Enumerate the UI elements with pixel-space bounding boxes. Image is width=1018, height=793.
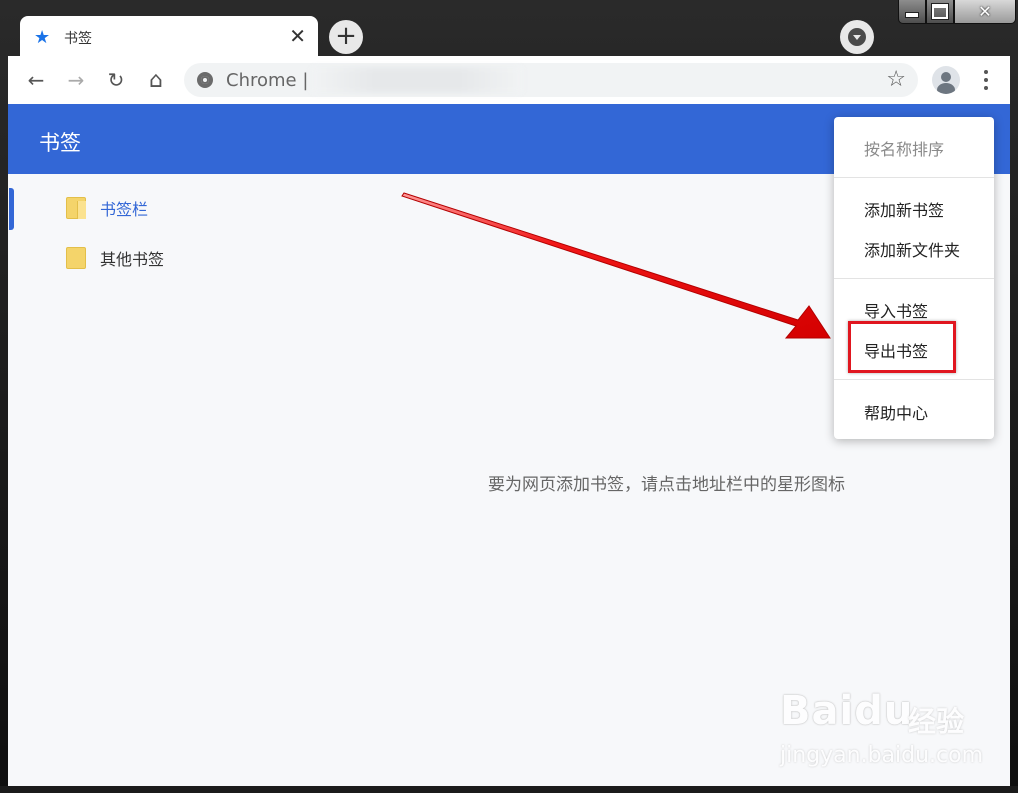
close-icon: ✕ xyxy=(978,2,992,21)
address-bar[interactable]: Chrome | ☆ xyxy=(184,63,918,97)
forward-arrow-icon[interactable]: → xyxy=(62,66,90,94)
menu-kebab-icon[interactable] xyxy=(978,66,994,94)
page-title: 书签 xyxy=(39,131,81,155)
menu-divider xyxy=(834,278,994,279)
menu-divider xyxy=(834,379,994,380)
sidebar-item-label: 其他书签 xyxy=(100,250,165,269)
bookmark-star-icon[interactable]: ☆ xyxy=(886,67,906,92)
sidebar-item-label: 书签栏 xyxy=(100,200,149,219)
menu-item-help-center[interactable]: 帮助中心 xyxy=(864,400,928,424)
toolbar: ← → ↻ ⌂ Chrome | ☆ xyxy=(8,56,1010,104)
home-icon[interactable]: ⌂ xyxy=(142,66,170,94)
browser-window: ✕ ★ 书签 ✕ + ← → ↻ ⌂ Chrome | ☆ 书签 书签栏 其他书… xyxy=(0,0,1018,793)
chrome-icon xyxy=(197,72,213,88)
minimize-icon xyxy=(905,11,919,18)
window-bottom-border xyxy=(0,786,1018,793)
sidebar-item-other-bookmarks[interactable]: 其他书签 xyxy=(66,243,164,273)
annotation-highlight-box xyxy=(848,321,956,373)
new-tab-button[interactable]: + xyxy=(329,20,363,54)
blurred-url xyxy=(312,67,522,93)
tab-bookmarks[interactable]: ★ 书签 ✕ xyxy=(20,16,318,56)
profile-avatar[interactable] xyxy=(932,66,960,94)
watermark-logo: Baidu xyxy=(780,688,914,734)
tab-close-icon[interactable]: ✕ xyxy=(289,24,306,48)
sidebar-active-indicator xyxy=(9,188,14,230)
menu-item-sort-by-name[interactable]: 按名称排序 xyxy=(864,136,944,160)
folder-icon xyxy=(66,247,86,269)
tab-title: 书签 xyxy=(64,31,92,47)
watermark-jingyan: 经验 xyxy=(908,705,965,738)
menu-divider xyxy=(834,177,994,178)
organize-menu: 按名称排序 添加新书签 添加新文件夹 导入书签 导出书签 帮助中心 xyxy=(834,117,994,439)
folder-open-icon xyxy=(66,197,86,219)
menu-item-import-bookmarks[interactable]: 导入书签 xyxy=(864,298,928,322)
menu-item-add-folder[interactable]: 添加新文件夹 xyxy=(864,237,960,261)
back-arrow-icon[interactable]: ← xyxy=(22,66,50,94)
address-bar-text: Chrome | xyxy=(226,70,309,91)
avatar-body xyxy=(937,83,955,94)
avatar-head xyxy=(941,72,951,82)
chevron-down-icon xyxy=(848,28,866,46)
minimize-button[interactable] xyxy=(898,0,926,24)
baidu-watermark: Baidu 经验 jingyan.baidu.com xyxy=(780,688,984,778)
reload-icon[interactable]: ↻ xyxy=(102,66,130,94)
window-close-button[interactable]: ✕ xyxy=(954,0,1016,24)
watermark-url: jingyan.baidu.com xyxy=(780,743,984,768)
menu-item-add-bookmark[interactable]: 添加新书签 xyxy=(864,197,944,221)
maximize-icon xyxy=(931,3,949,20)
window-controls: ✕ xyxy=(898,0,1016,26)
tab-search-button[interactable] xyxy=(840,20,874,54)
empty-list-message: 要为网页添加书签，请点击地址栏中的星形图标 xyxy=(488,475,845,495)
maximize-button[interactable] xyxy=(926,0,954,24)
star-icon: ★ xyxy=(34,27,51,48)
sidebar-item-bookmarks-bar[interactable]: 书签栏 xyxy=(66,193,148,223)
